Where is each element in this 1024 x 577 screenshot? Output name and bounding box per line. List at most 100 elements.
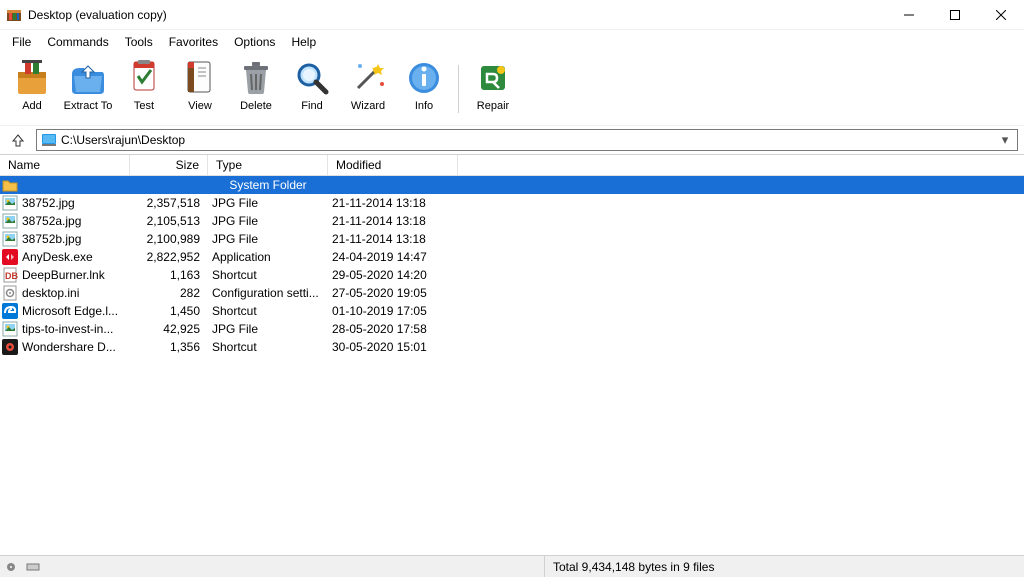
folder-up-icon xyxy=(2,177,18,193)
toolbar-view-button[interactable]: View xyxy=(172,56,228,122)
file-row[interactable]: Microsoft Edge.l...1,450Shortcut01-10-20… xyxy=(0,302,1024,320)
file-size: 2,100,989 xyxy=(130,232,208,246)
file-modified: 21-11-2014 13:18 xyxy=(328,232,458,246)
maximize-button[interactable] xyxy=(932,0,978,30)
file-type: Application xyxy=(208,250,328,264)
chevron-down-icon[interactable]: ▾ xyxy=(997,132,1013,148)
file-name: 38752b.jpg xyxy=(22,232,130,246)
parent-type: System Folder xyxy=(208,178,328,192)
menubar: FileCommandsToolsFavoritesOptionsHelp xyxy=(0,30,1024,54)
up-button[interactable] xyxy=(6,129,30,151)
file-row[interactable]: Wondershare D...1,356Shortcut30-05-2020 … xyxy=(0,338,1024,356)
menu-favorites[interactable]: Favorites xyxy=(161,31,226,53)
arrow-up-icon xyxy=(11,133,25,147)
repair-icon xyxy=(473,58,513,98)
file-type: Shortcut xyxy=(208,340,328,354)
file-type: JPG File xyxy=(208,322,328,336)
file-icon xyxy=(2,231,18,247)
statusbar: Total 9,434,148 bytes in 9 files xyxy=(0,555,1024,577)
file-type: JPG File xyxy=(208,214,328,228)
column-size[interactable]: Size xyxy=(130,155,208,175)
extract-icon xyxy=(68,58,108,98)
app-icon xyxy=(6,7,22,23)
file-row[interactable]: 38752.jpg2,357,518JPG File21-11-2014 13:… xyxy=(0,194,1024,212)
wizard-icon xyxy=(348,58,388,98)
file-size: 2,105,513 xyxy=(130,214,208,228)
info-icon xyxy=(404,58,444,98)
file-modified: 21-11-2014 13:18 xyxy=(328,214,458,228)
view-icon xyxy=(180,58,220,98)
toolbar-label: Info xyxy=(415,100,433,112)
toolbar-wizard-button[interactable]: Wizard xyxy=(340,56,396,122)
file-row[interactable]: tips-to-invest-in...42,925JPG File28-05-… xyxy=(0,320,1024,338)
toolbar-label: Repair xyxy=(477,100,509,112)
file-modified: 21-11-2014 13:18 xyxy=(328,196,458,210)
addressbar: C:\Users\rajun\Desktop ▾ xyxy=(0,126,1024,154)
toolbar-label: Wizard xyxy=(351,100,385,112)
minimize-button[interactable] xyxy=(886,0,932,30)
drive-icon xyxy=(41,132,57,148)
status-total: Total 9,434,148 bytes in 9 files xyxy=(544,556,1024,577)
file-name: AnyDesk.exe xyxy=(22,250,130,264)
file-name: 38752.jpg xyxy=(22,196,130,210)
file-type: Shortcut xyxy=(208,304,328,318)
column-name[interactable]: Name xyxy=(0,155,130,175)
toolbar-repair-button[interactable]: Repair xyxy=(465,56,521,122)
file-row[interactable]: 38752b.jpg2,100,989JPG File21-11-2014 13… xyxy=(0,230,1024,248)
file-size: 42,925 xyxy=(130,322,208,336)
close-button[interactable] xyxy=(978,0,1024,30)
file-modified: 27-05-2020 19:05 xyxy=(328,286,458,300)
file-size: 1,356 xyxy=(130,340,208,354)
toolbar-label: Delete xyxy=(240,100,272,112)
column-type[interactable]: Type xyxy=(208,155,328,175)
toolbar-test-button[interactable]: Test xyxy=(116,56,172,122)
toolbar: Add Extract To Test View Delete Find Wizard Inf… xyxy=(0,54,1024,126)
toolbar-label: Add xyxy=(22,100,42,112)
file-size: 2,357,518 xyxy=(130,196,208,210)
menu-file[interactable]: File xyxy=(4,31,39,53)
path-input[interactable]: C:\Users\rajun\Desktop ▾ xyxy=(36,129,1018,151)
toolbar-delete-button[interactable]: Delete xyxy=(228,56,284,122)
menu-commands[interactable]: Commands xyxy=(39,31,116,53)
file-row[interactable]: desktop.ini282Configuration setti...27-0… xyxy=(0,284,1024,302)
file-modified: 30-05-2020 15:01 xyxy=(328,340,458,354)
toolbar-info-button[interactable]: Info xyxy=(396,56,452,122)
file-type: JPG File xyxy=(208,196,328,210)
titlebar: Desktop (evaluation copy) xyxy=(0,0,1024,30)
status-disk-icon xyxy=(0,556,48,577)
file-modified: 24-04-2019 14:47 xyxy=(328,250,458,264)
toolbar-add-button[interactable]: Add xyxy=(4,56,60,122)
file-row[interactable]: AnyDesk.exe2,822,952Application24-04-201… xyxy=(0,248,1024,266)
toolbar-label: Find xyxy=(301,100,322,112)
toolbar-separator xyxy=(458,65,459,113)
file-modified: 29-05-2020 14:20 xyxy=(328,268,458,282)
file-icon xyxy=(2,303,18,319)
file-name: 38752a.jpg xyxy=(22,214,130,228)
file-type: Configuration setti... xyxy=(208,286,328,300)
file-icon: DB xyxy=(2,267,18,283)
path-text: C:\Users\rajun\Desktop xyxy=(61,133,997,147)
file-name: tips-to-invest-in... xyxy=(22,322,130,336)
file-row[interactable]: DBDeepBurner.lnk1,163Shortcut29-05-2020 … xyxy=(0,266,1024,284)
toolbar-label: Test xyxy=(134,100,154,112)
file-icon xyxy=(2,321,18,337)
toolbar-label: View xyxy=(188,100,212,112)
add-icon xyxy=(12,58,52,98)
file-icon xyxy=(2,339,18,355)
window-title: Desktop (evaluation copy) xyxy=(28,8,886,22)
test-icon xyxy=(124,58,164,98)
toolbar-extract-button[interactable]: Extract To xyxy=(60,56,116,122)
file-name: DeepBurner.lnk xyxy=(22,268,130,282)
parent-folder-row[interactable]: ..System Folder xyxy=(0,176,1024,194)
column-modified[interactable]: Modified xyxy=(328,155,458,175)
file-icon xyxy=(2,195,18,211)
menu-options[interactable]: Options xyxy=(226,31,283,53)
toolbar-find-button[interactable]: Find xyxy=(284,56,340,122)
file-type: Shortcut xyxy=(208,268,328,282)
menu-tools[interactable]: Tools xyxy=(117,31,161,53)
menu-help[interactable]: Help xyxy=(283,31,324,53)
file-size: 2,822,952 xyxy=(130,250,208,264)
file-list: ..System Folder38752.jpg2,357,518JPG Fil… xyxy=(0,176,1024,555)
file-row[interactable]: 38752a.jpg2,105,513JPG File21-11-2014 13… xyxy=(0,212,1024,230)
delete-icon xyxy=(236,58,276,98)
